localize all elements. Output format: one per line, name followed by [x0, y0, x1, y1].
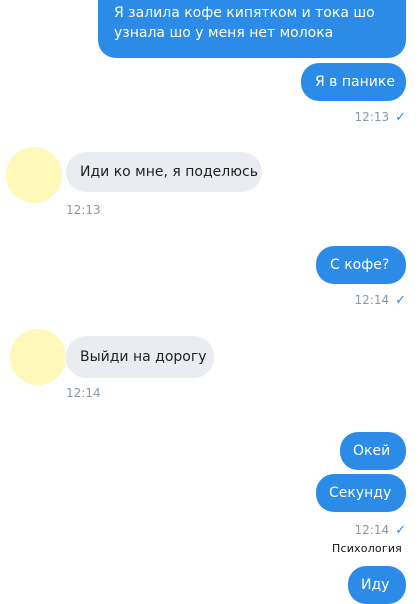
message-time: 12:14 ✓	[355, 293, 407, 308]
watermark-logo: Психология	[331, 542, 402, 555]
message-time: 12:14 ✓	[355, 523, 407, 538]
contact-avatar[interactable]	[10, 329, 66, 385]
incoming-message-bubble[interactable]: Выйди на дорогу	[66, 336, 214, 378]
time-text: 12:14	[354, 293, 390, 307]
outgoing-message-bubble[interactable]: Окей	[340, 432, 406, 470]
message-text: С кофе?	[330, 257, 390, 273]
chat-thread: Я залила кофе кипятком и тока шо узнала …	[0, 0, 420, 604]
message-time: 12:14	[66, 386, 101, 400]
message-text: Иду	[361, 577, 390, 593]
read-check-icon: ✓	[395, 293, 406, 308]
outgoing-message-bubble[interactable]: Я в панике	[301, 63, 406, 101]
message-text: Иди ко мне, я поделюсь	[80, 164, 258, 180]
message-time: 12:13 ✓	[355, 110, 407, 125]
message-text: Окей	[353, 443, 391, 459]
outgoing-message-bubble[interactable]: Я залила кофе кипятком и тока шо узнала …	[98, 0, 406, 58]
message-time: 12:13	[66, 203, 101, 217]
outgoing-message-bubble[interactable]: С кофе?	[316, 246, 406, 284]
message-text: Я в панике	[315, 74, 395, 90]
message-text: Выйди на дорогу	[80, 349, 207, 365]
outgoing-message-bubble[interactable]: Иду	[348, 566, 406, 604]
outgoing-message-bubble[interactable]: Секунду	[316, 474, 406, 512]
time-text: 12:13	[354, 110, 390, 124]
message-text: Секунду	[329, 485, 392, 501]
incoming-message-bubble[interactable]: Иди ко мне, я поделюсь	[66, 152, 262, 192]
read-check-icon: ✓	[395, 523, 406, 538]
contact-avatar[interactable]	[6, 147, 62, 203]
read-check-icon: ✓	[395, 110, 406, 125]
message-line: узнала шо у меня нет молока	[114, 25, 334, 41]
message-line: Я залила кофе кипятком и тока шо	[114, 5, 375, 21]
time-text: 12:14	[354, 523, 390, 537]
